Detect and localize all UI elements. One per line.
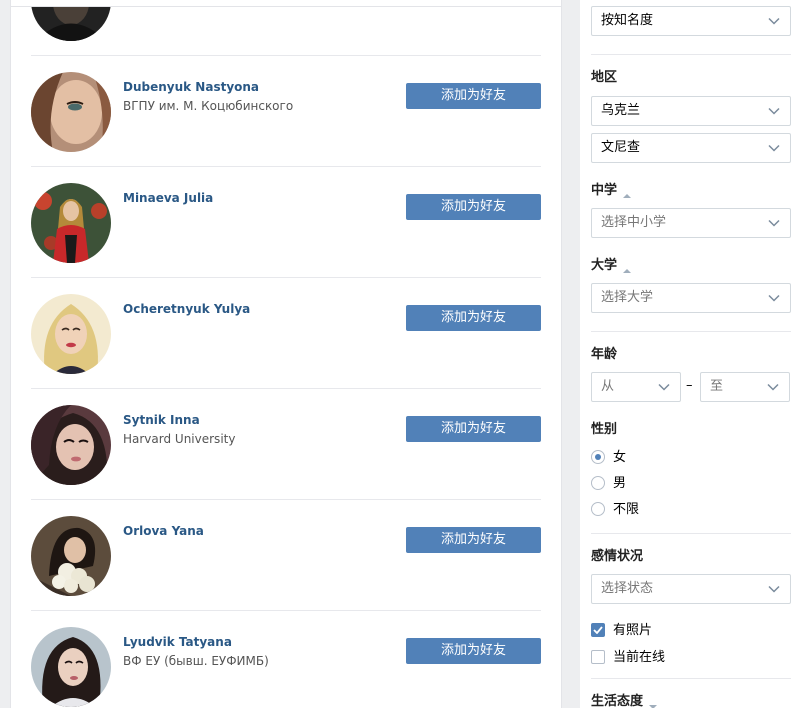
checkmark-icon — [591, 623, 605, 637]
person-education: ВГПУ им. М. Коцюбинского — [123, 99, 294, 113]
search-results-panel: Dubenyuk Nastyona ВГПУ им. М. Коцюбинско… — [11, 0, 561, 708]
relationship-title: 感情状况 — [591, 549, 644, 564]
chevron-down-icon — [767, 383, 779, 391]
relationship-placeholder: 选择状态 — [601, 581, 654, 596]
university-filter-toggle[interactable]: 大学 — [591, 254, 632, 273]
add-friend-button[interactable]: 添加为好友 — [406, 527, 541, 553]
country-value: 乌克兰 — [601, 103, 641, 118]
triangle-down-icon — [649, 699, 658, 708]
add-friend-button[interactable]: 添加为好友 — [406, 83, 541, 109]
avatar-image — [31, 627, 111, 707]
avatar[interactable] — [31, 183, 111, 263]
school-select[interactable]: 选择中小学 — [591, 208, 791, 238]
chevron-down-icon — [658, 383, 670, 391]
results-header-bar — [11, 0, 561, 7]
list-item: Minaeva Julia 添加为好友 — [31, 167, 541, 278]
avatar-image — [31, 516, 111, 596]
gender-option-female[interactable]: 女 — [591, 446, 626, 465]
age-to-value: 至 — [710, 379, 724, 394]
gender-option-male[interactable]: 男 — [591, 472, 626, 491]
age-from-value: 从 — [601, 379, 615, 394]
add-friend-button[interactable]: 添加为好友 — [406, 305, 541, 331]
avatar[interactable] — [31, 294, 111, 374]
person-name-link[interactable]: Lyudvik Tatyana — [123, 635, 232, 649]
list-item: Orlova Yana 添加为好友 — [31, 500, 541, 611]
sort-order-value: 按知名度 — [601, 13, 654, 28]
age-to-select[interactable]: 至 — [700, 372, 790, 402]
chevron-down-icon — [768, 144, 780, 152]
avatar[interactable] — [31, 405, 111, 485]
list-item: Lyudvik Tatyana ВФ ЕУ (бывш. ЕУФИМБ) 添加为… — [31, 611, 541, 708]
avatar-image — [31, 294, 111, 374]
school-filter-toggle[interactable]: 中学 — [591, 179, 632, 198]
chevron-down-icon — [768, 107, 780, 115]
list-item: Dubenyuk Nastyona ВГПУ им. М. Коцюбинско… — [31, 56, 541, 167]
school-placeholder: 选择中小学 — [601, 215, 667, 230]
person-education: Harvard University — [123, 432, 236, 446]
radio-icon — [591, 476, 605, 490]
school-title: 中学 — [591, 183, 618, 198]
city-value: 文尼查 — [601, 140, 641, 155]
gender-option-label: 不限 — [613, 502, 640, 517]
divider — [591, 54, 791, 55]
gender-title: 性别 — [591, 422, 618, 437]
person-name-link[interactable]: Sytnik Inna — [123, 413, 200, 427]
avatar-image — [31, 183, 111, 263]
avatar-image — [31, 72, 111, 152]
divider — [591, 533, 791, 534]
divider — [591, 331, 791, 332]
country-select[interactable]: 乌克兰 — [591, 96, 791, 126]
triangle-up-icon — [623, 188, 632, 198]
life-views-filter-toggle[interactable]: 生活态度 — [591, 690, 658, 708]
radio-icon — [591, 502, 605, 516]
with-photo-label: 有照片 — [613, 623, 653, 638]
add-friend-button[interactable]: 添加为好友 — [406, 638, 541, 664]
age-range-separator: – — [686, 378, 693, 393]
region-title: 地区 — [591, 70, 618, 85]
gender-option-any[interactable]: 不限 — [591, 498, 639, 517]
person-name-link[interactable]: Orlova Yana — [123, 524, 204, 538]
checkbox-icon — [591, 650, 605, 664]
avatar[interactable] — [31, 627, 111, 707]
gender-option-label: 男 — [613, 476, 627, 491]
gender-option-label: 女 — [613, 450, 627, 465]
list-item — [31, 0, 541, 56]
radio-selected-icon — [591, 450, 605, 464]
list-item: Ocheretnyuk Yulya 添加为好友 — [31, 278, 541, 389]
avatar[interactable] — [31, 72, 111, 152]
relationship-select[interactable]: 选择状态 — [591, 574, 791, 604]
chevron-down-icon — [768, 17, 780, 25]
life-views-title: 生活态度 — [591, 694, 644, 708]
person-name-link[interactable]: Dubenyuk Nastyona — [123, 80, 259, 94]
university-select[interactable]: 选择大学 — [591, 283, 791, 313]
university-placeholder: 选择大学 — [601, 290, 654, 305]
add-friend-button[interactable]: 添加为好友 — [406, 194, 541, 220]
chevron-down-icon — [768, 585, 780, 593]
chevron-down-icon — [768, 294, 780, 302]
sort-order-select[interactable]: 按知名度 — [591, 6, 791, 36]
university-title: 大学 — [591, 258, 618, 273]
city-select[interactable]: 文尼查 — [591, 133, 791, 163]
triangle-up-icon — [623, 263, 632, 273]
person-name-link[interactable]: Minaeva Julia — [123, 191, 213, 205]
with-photo-checkbox[interactable]: 有照片 — [591, 619, 652, 638]
chevron-down-icon — [768, 219, 780, 227]
online-now-label: 当前在线 — [613, 650, 666, 665]
list-item: Sytnik Inna Harvard University 添加为好友 — [31, 389, 541, 500]
search-filters-panel: 按知名度 地区 乌克兰 文尼查 中学 选择中小学 大学 选择大学 年龄 从 – … — [580, 0, 800, 708]
avatar[interactable] — [31, 516, 111, 596]
person-education: ВФ ЕУ (бывш. ЕУФИМБ) — [123, 654, 269, 668]
age-title: 年龄 — [591, 347, 618, 362]
add-friend-button[interactable]: 添加为好友 — [406, 416, 541, 442]
online-now-checkbox[interactable]: 当前在线 — [591, 646, 665, 665]
avatar-image — [31, 405, 111, 485]
age-from-select[interactable]: 从 — [591, 372, 681, 402]
person-name-link[interactable]: Ocheretnyuk Yulya — [123, 302, 250, 316]
divider — [591, 678, 791, 679]
